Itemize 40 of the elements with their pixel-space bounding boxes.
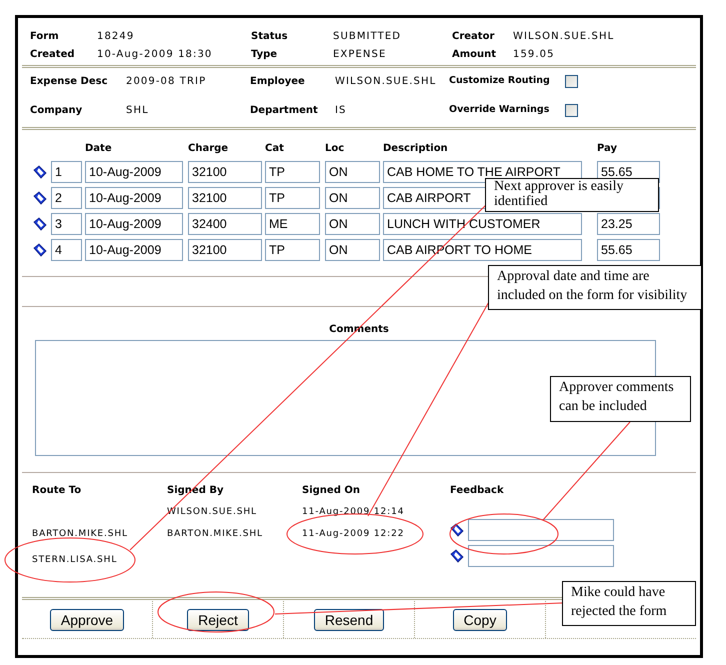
field-value: 2009-08 TRIP (126, 76, 208, 86)
signed-date: 11-Aug-2009 12:14 (302, 506, 404, 516)
field-label: Created (30, 48, 76, 60)
field-value: 18249 (97, 30, 136, 42)
field-label: Employee (250, 76, 306, 86)
callout-tooltip: Mike could have rejected the form (562, 581, 696, 626)
field-label: Type (251, 48, 278, 60)
column-header: Signed On (302, 484, 361, 496)
callout-tooltip: Approver comments can be included (550, 376, 691, 422)
column-header: Feedback (450, 484, 505, 496)
column-header: Charge (188, 143, 230, 156)
route-to-user: STERN.LISA.SHL (32, 554, 118, 564)
field-label: Form (30, 30, 60, 42)
signed-date: 11-Aug-2009 12:22 (302, 528, 404, 538)
column-header: Route To (32, 484, 82, 496)
column-header: Cat (265, 143, 285, 156)
column-header: Description (383, 143, 449, 156)
signer-name: BARTON.MIKE.SHL (167, 528, 263, 538)
callout-tooltip: Approval date and time are included on the form for visibility (488, 265, 702, 310)
field-value: EXPENSE (333, 48, 388, 60)
column-header: Date (85, 143, 113, 156)
callout-tooltip: Next approver is easily identified (485, 178, 659, 212)
field-label: Company (30, 104, 84, 116)
field-value: WILSON.SUE.SHL (513, 30, 616, 42)
field-value: WILSON.SUE.SHL (335, 76, 438, 86)
column-header: Loc (325, 143, 346, 156)
field-label: Expense Desc (30, 76, 109, 86)
field-value: SUBMITTED (333, 30, 402, 42)
field-label: Amount (452, 48, 498, 60)
field-label: Status (251, 30, 289, 42)
field-label: Department (250, 104, 319, 116)
field-value: SHL (126, 104, 150, 116)
field-label: Customize Routing (449, 75, 551, 87)
field-label: Creator (452, 30, 496, 42)
field-value: 10-Aug-2009 18:30 (97, 48, 214, 60)
field-value: IS (335, 104, 348, 116)
route-to-user: BARTON.MIKE.SHL (32, 528, 128, 538)
column-header: Pay (597, 143, 618, 156)
field-label: Override Warnings (449, 104, 550, 116)
field-value: 159.05 (513, 48, 556, 60)
